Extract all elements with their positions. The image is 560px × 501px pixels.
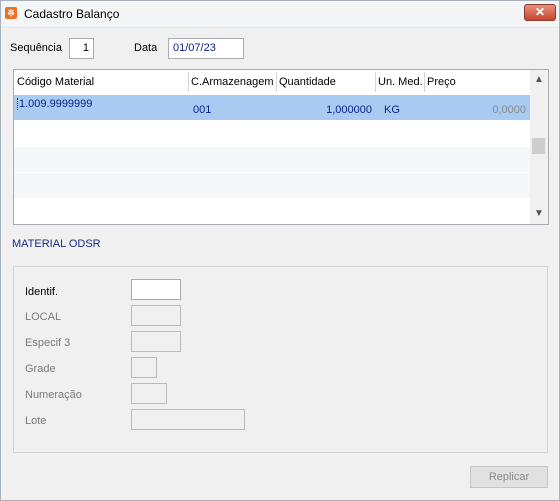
especif-field xyxy=(131,331,181,352)
local-field xyxy=(131,305,181,326)
replicar-button[interactable]: Replicar xyxy=(470,466,548,488)
grade-label: Grade xyxy=(25,363,56,375)
app-logo-icon: ※ xyxy=(5,7,17,19)
col-armazenagem[interactable]: C.Armazenagem xyxy=(191,76,274,88)
empty-row[interactable] xyxy=(14,122,530,147)
local-label: LOCAL xyxy=(25,311,62,323)
numeracao-field xyxy=(131,383,167,404)
col-codigo-material[interactable]: Código Material xyxy=(17,76,94,88)
cell-armazenagem[interactable]: 001 xyxy=(193,104,211,116)
scroll-up-icon[interactable]: ▲ xyxy=(530,72,548,88)
window-title: Cadastro Balanço xyxy=(24,7,120,21)
numeracao-label: Numeração xyxy=(25,389,82,401)
sequencia-label: Sequência xyxy=(10,42,62,54)
col-divider[interactable] xyxy=(188,72,189,92)
materials-grid[interactable]: Código Material C.Armazenagem Quantidade… xyxy=(13,69,549,225)
table-row[interactable]: 1.009.9999999 001 1,000000 KG 0,0000 xyxy=(14,95,530,120)
col-quantidade[interactable]: Quantidade xyxy=(279,76,336,88)
cell-unidade[interactable]: KG xyxy=(384,104,400,116)
material-details-panel: Identif. LOCAL Especif 3 Grade Numeração… xyxy=(13,266,548,453)
data-label: Data xyxy=(134,42,158,54)
lote-label: Lote xyxy=(25,415,47,427)
empty-row[interactable] xyxy=(14,147,530,172)
cell-codigo[interactable]: 1.009.9999999 xyxy=(17,98,92,110)
empty-row[interactable] xyxy=(14,173,530,198)
scroll-down-icon[interactable]: ▼ xyxy=(530,206,548,222)
col-un-med[interactable]: Un. Med. xyxy=(378,76,423,88)
sequencia-field[interactable]: 1 xyxy=(69,38,94,59)
scrollbar-thumb[interactable] xyxy=(532,138,545,154)
identif-label: Identif. xyxy=(25,286,59,298)
col-divider[interactable] xyxy=(276,72,277,92)
data-field[interactable]: 01/07/23 xyxy=(168,38,244,59)
cell-preco[interactable]: 0,0000 xyxy=(434,104,526,116)
dialog-window: ※ Cadastro Balanço ✕ Sequência 1 Data 01… xyxy=(0,0,560,501)
col-preco[interactable]: Preço xyxy=(427,76,456,88)
grid-vertical-scrollbar[interactable]: ▲ ▼ xyxy=(530,70,548,224)
title-bar: ※ Cadastro Balanço ✕ xyxy=(1,1,559,28)
cell-quantidade[interactable]: 1,000000 xyxy=(276,104,372,116)
grade-field xyxy=(131,357,157,378)
close-button[interactable]: ✕ xyxy=(524,4,556,21)
col-divider[interactable] xyxy=(424,72,425,92)
col-divider[interactable] xyxy=(375,72,376,92)
lote-field xyxy=(131,409,245,430)
grid-header: Código Material C.Armazenagem Quantidade… xyxy=(14,70,530,94)
identif-field[interactable] xyxy=(131,279,181,300)
material-title: MATERIAL ODSR xyxy=(12,238,101,250)
especif-label: Especif 3 xyxy=(25,337,71,349)
